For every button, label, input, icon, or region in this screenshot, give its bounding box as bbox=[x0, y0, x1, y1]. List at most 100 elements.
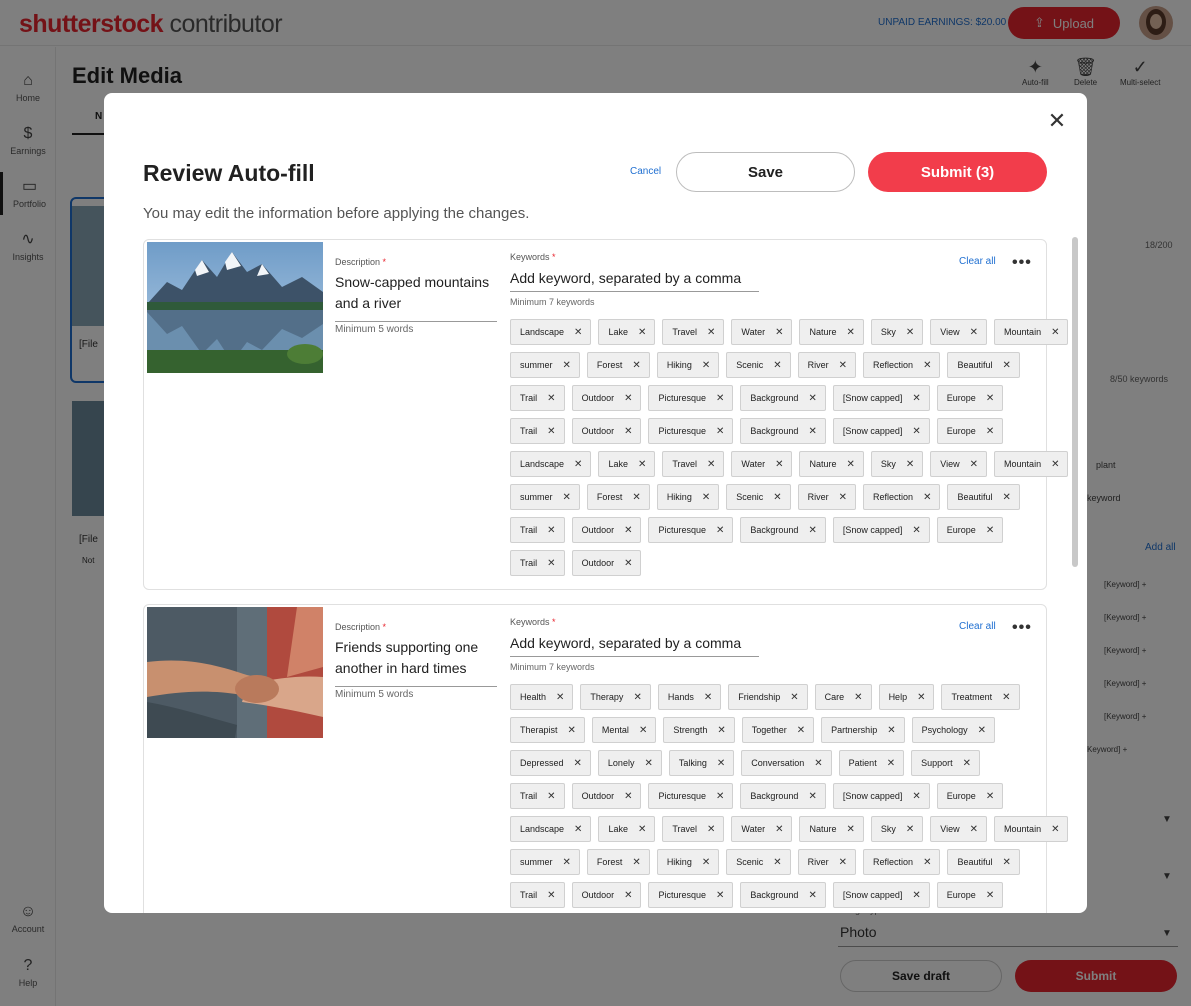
keyword-chip[interactable]: Lake ✕ bbox=[598, 451, 656, 477]
keyword-chip[interactable]: Partnership ✕ bbox=[821, 717, 905, 743]
remove-keyword-icon[interactable]: ✕ bbox=[547, 426, 555, 437]
remove-keyword-icon[interactable]: ✕ bbox=[638, 459, 646, 470]
remove-keyword-icon[interactable]: ✕ bbox=[912, 890, 920, 901]
remove-keyword-icon[interactable]: ✕ bbox=[702, 360, 710, 371]
keyword-chip[interactable]: Reflection ✕ bbox=[863, 352, 941, 378]
keyword-chip[interactable]: Scenic ✕ bbox=[726, 352, 791, 378]
remove-keyword-icon[interactable]: ✕ bbox=[808, 393, 816, 404]
remove-keyword-icon[interactable]: ✕ bbox=[702, 857, 710, 868]
remove-keyword-icon[interactable]: ✕ bbox=[574, 824, 582, 835]
keyword-chip[interactable]: Trail ✕ bbox=[510, 550, 565, 576]
remove-keyword-icon[interactable]: ✕ bbox=[906, 327, 914, 338]
keyword-chip[interactable]: Europe ✕ bbox=[936, 783, 1004, 809]
remove-keyword-icon[interactable]: ✕ bbox=[632, 492, 640, 503]
remove-keyword-icon[interactable]: ✕ bbox=[912, 393, 920, 404]
more-options-icon[interactable]: ••• bbox=[1012, 255, 1032, 271]
remove-keyword-icon[interactable]: ✕ bbox=[574, 459, 582, 470]
remove-keyword-icon[interactable]: ✕ bbox=[547, 890, 555, 901]
remove-keyword-icon[interactable]: ✕ bbox=[923, 492, 931, 503]
keyword-chip[interactable]: [Snow capped] ✕ bbox=[832, 783, 930, 809]
close-icon[interactable]: ✕ bbox=[1046, 110, 1068, 132]
keyword-chip[interactable]: Trail ✕ bbox=[510, 385, 565, 411]
remove-keyword-icon[interactable]: ✕ bbox=[717, 725, 725, 736]
remove-keyword-icon[interactable]: ✕ bbox=[1002, 857, 1010, 868]
keyword-chip[interactable]: River ✕ bbox=[797, 352, 857, 378]
remove-keyword-icon[interactable]: ✕ bbox=[624, 426, 632, 437]
remove-keyword-icon[interactable]: ✕ bbox=[632, 857, 640, 868]
keyword-chip[interactable]: Support ✕ bbox=[911, 750, 981, 776]
keyword-chip[interactable]: Help ✕ bbox=[878, 684, 935, 710]
keyword-chip[interactable]: Outdoor ✕ bbox=[571, 550, 642, 576]
remove-keyword-icon[interactable]: ✕ bbox=[547, 393, 555, 404]
keyword-chip[interactable]: Mountain ✕ bbox=[994, 319, 1069, 345]
remove-keyword-icon[interactable]: ✕ bbox=[632, 360, 640, 371]
remove-keyword-icon[interactable]: ✕ bbox=[638, 824, 646, 835]
remove-keyword-icon[interactable]: ✕ bbox=[912, 525, 920, 536]
keyword-chip[interactable]: Outdoor ✕ bbox=[571, 418, 642, 444]
remove-keyword-icon[interactable]: ✕ bbox=[563, 360, 571, 371]
remove-keyword-icon[interactable]: ✕ bbox=[906, 824, 914, 835]
remove-keyword-icon[interactable]: ✕ bbox=[797, 725, 805, 736]
keyword-input[interactable] bbox=[510, 635, 759, 657]
keyword-chip[interactable]: Background ✕ bbox=[740, 783, 826, 809]
remove-keyword-icon[interactable]: ✕ bbox=[854, 692, 862, 703]
keyword-chip[interactable]: summer ✕ bbox=[510, 352, 580, 378]
remove-keyword-icon[interactable]: ✕ bbox=[986, 426, 994, 437]
keyword-chip[interactable]: Picturesque ✕ bbox=[648, 385, 734, 411]
keyword-chip[interactable]: Trail ✕ bbox=[510, 882, 565, 908]
more-options-icon[interactable]: ••• bbox=[1012, 620, 1032, 636]
remove-keyword-icon[interactable]: ✕ bbox=[574, 758, 582, 769]
cancel-button[interactable]: Cancel bbox=[630, 166, 661, 177]
keyword-input[interactable] bbox=[510, 270, 759, 292]
remove-keyword-icon[interactable]: ✕ bbox=[716, 890, 724, 901]
remove-keyword-icon[interactable]: ✕ bbox=[1002, 360, 1010, 371]
remove-keyword-icon[interactable]: ✕ bbox=[808, 890, 816, 901]
keyword-chip[interactable]: Beautiful ✕ bbox=[947, 352, 1020, 378]
keyword-chip[interactable]: Together ✕ bbox=[741, 717, 815, 743]
description-field[interactable]: Friends supporting one another in hard t… bbox=[335, 637, 495, 679]
keyword-chip[interactable]: Europe ✕ bbox=[936, 385, 1004, 411]
keyword-chip[interactable]: Picturesque ✕ bbox=[648, 418, 734, 444]
keyword-chip[interactable]: Picturesque ✕ bbox=[648, 783, 734, 809]
keyword-chip[interactable]: Lake ✕ bbox=[598, 319, 656, 345]
remove-keyword-icon[interactable]: ✕ bbox=[556, 692, 564, 703]
keyword-chip[interactable]: Outdoor ✕ bbox=[571, 517, 642, 543]
keyword-chip[interactable]: Picturesque ✕ bbox=[648, 517, 734, 543]
keyword-chip[interactable]: Reflection ✕ bbox=[863, 849, 941, 875]
remove-keyword-icon[interactable]: ✕ bbox=[1051, 459, 1059, 470]
remove-keyword-icon[interactable]: ✕ bbox=[839, 857, 847, 868]
keyword-chip[interactable]: Water ✕ bbox=[731, 319, 793, 345]
remove-keyword-icon[interactable]: ✕ bbox=[923, 360, 931, 371]
remove-keyword-icon[interactable]: ✕ bbox=[912, 426, 920, 437]
keyword-chip[interactable]: Nature ✕ bbox=[799, 451, 864, 477]
remove-keyword-icon[interactable]: ✕ bbox=[773, 492, 781, 503]
keyword-chip[interactable]: summer ✕ bbox=[510, 484, 580, 510]
remove-keyword-icon[interactable]: ✕ bbox=[716, 525, 724, 536]
keyword-chip[interactable]: Forest ✕ bbox=[586, 849, 650, 875]
remove-keyword-icon[interactable]: ✕ bbox=[923, 857, 931, 868]
keyword-chip[interactable]: Psychology ✕ bbox=[911, 717, 996, 743]
submit-button[interactable]: Submit (3) bbox=[868, 152, 1047, 192]
remove-keyword-icon[interactable]: ✕ bbox=[775, 459, 783, 470]
keyword-chip[interactable]: Landscape ✕ bbox=[510, 451, 592, 477]
keyword-chip[interactable]: Mountain ✕ bbox=[994, 816, 1069, 842]
remove-keyword-icon[interactable]: ✕ bbox=[847, 327, 855, 338]
remove-keyword-icon[interactable]: ✕ bbox=[1051, 327, 1059, 338]
keyword-chip[interactable]: Travel ✕ bbox=[662, 319, 725, 345]
remove-keyword-icon[interactable]: ✕ bbox=[563, 492, 571, 503]
remove-keyword-icon[interactable]: ✕ bbox=[639, 725, 647, 736]
remove-keyword-icon[interactable]: ✕ bbox=[716, 393, 724, 404]
remove-keyword-icon[interactable]: ✕ bbox=[702, 492, 710, 503]
remove-keyword-icon[interactable]: ✕ bbox=[547, 558, 555, 569]
keyword-chip[interactable]: Trail ✕ bbox=[510, 418, 565, 444]
description-field[interactable]: Snow-capped mountains and a river bbox=[335, 272, 495, 314]
remove-keyword-icon[interactable]: ✕ bbox=[970, 824, 978, 835]
remove-keyword-icon[interactable]: ✕ bbox=[808, 525, 816, 536]
keyword-chip[interactable]: Background ✕ bbox=[740, 517, 826, 543]
remove-keyword-icon[interactable]: ✕ bbox=[638, 327, 646, 338]
keyword-chip[interactable]: [Snow capped] ✕ bbox=[832, 517, 930, 543]
keyword-chip[interactable]: [Snow capped] ✕ bbox=[832, 882, 930, 908]
keyword-chip[interactable]: Hiking ✕ bbox=[656, 484, 720, 510]
keyword-chip[interactable]: Scenic ✕ bbox=[726, 484, 791, 510]
keyword-chip[interactable]: Therapist ✕ bbox=[510, 717, 585, 743]
